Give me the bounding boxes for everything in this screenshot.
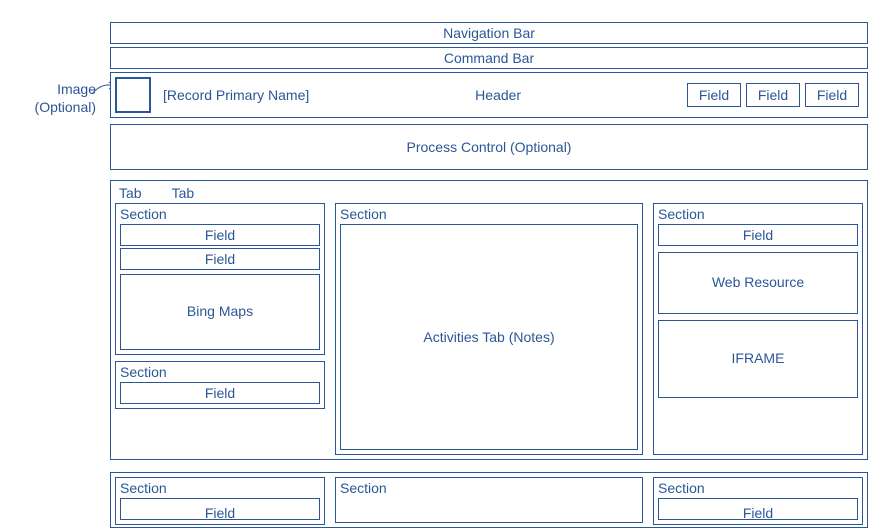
header-label: Header bbox=[317, 87, 679, 103]
section-title: Section bbox=[340, 206, 638, 222]
field: Field bbox=[658, 498, 858, 520]
section-title: Section bbox=[658, 206, 858, 222]
section: Section Activities Tab (Notes) bbox=[335, 203, 643, 455]
annotation-line1: Image bbox=[8, 80, 96, 98]
tab[interactable]: Tab bbox=[172, 185, 195, 201]
record-primary-name: [Record Primary Name] bbox=[163, 87, 309, 103]
tab-content-area: Tab Tab Section Field Field Bing Maps Se… bbox=[110, 180, 868, 460]
web-resource: Web Resource bbox=[658, 252, 858, 314]
section: Section Field bbox=[653, 477, 863, 525]
section: Section Field bbox=[115, 477, 325, 525]
section: Section bbox=[335, 477, 643, 523]
section-title: Section bbox=[120, 364, 320, 380]
navigation-bar: Navigation Bar bbox=[110, 22, 868, 44]
section: Section Field bbox=[115, 361, 325, 409]
bing-maps-control: Bing Maps bbox=[120, 274, 320, 350]
annotation-line2: (Optional) bbox=[8, 98, 96, 116]
section-title: Section bbox=[120, 206, 320, 222]
section-title: Section bbox=[120, 480, 320, 496]
field: Field bbox=[120, 382, 320, 404]
tab-content-area-2: Section Field Section Section Field bbox=[110, 472, 868, 528]
header-field: Field bbox=[687, 83, 741, 107]
activities-label: Activities Tab (Notes) bbox=[423, 329, 554, 345]
field: Field bbox=[658, 224, 858, 246]
field: Field bbox=[120, 498, 320, 520]
tab-strip: Tab Tab bbox=[115, 185, 863, 203]
header-field: Field bbox=[746, 83, 800, 107]
command-bar: Command Bar bbox=[110, 47, 868, 69]
process-control: Process Control (Optional) bbox=[110, 124, 868, 170]
field: Field bbox=[120, 224, 320, 246]
tab[interactable]: Tab bbox=[119, 185, 142, 201]
header-field: Field bbox=[805, 83, 859, 107]
activities-tab: Activities Tab (Notes) bbox=[340, 224, 638, 450]
section: Section Field Field Bing Maps bbox=[115, 203, 325, 355]
annotation-image-optional: Image (Optional) bbox=[8, 80, 96, 116]
iframe-control: IFRAME bbox=[658, 320, 858, 398]
record-image-placeholder bbox=[115, 77, 151, 113]
section-title: Section bbox=[340, 480, 638, 496]
form-header: [Record Primary Name] Header Field Field… bbox=[110, 72, 868, 118]
header-fields: Field Field Field bbox=[687, 83, 859, 107]
section-title: Section bbox=[658, 480, 858, 496]
field: Field bbox=[120, 248, 320, 270]
section: Section Field Web Resource IFRAME bbox=[653, 203, 863, 455]
